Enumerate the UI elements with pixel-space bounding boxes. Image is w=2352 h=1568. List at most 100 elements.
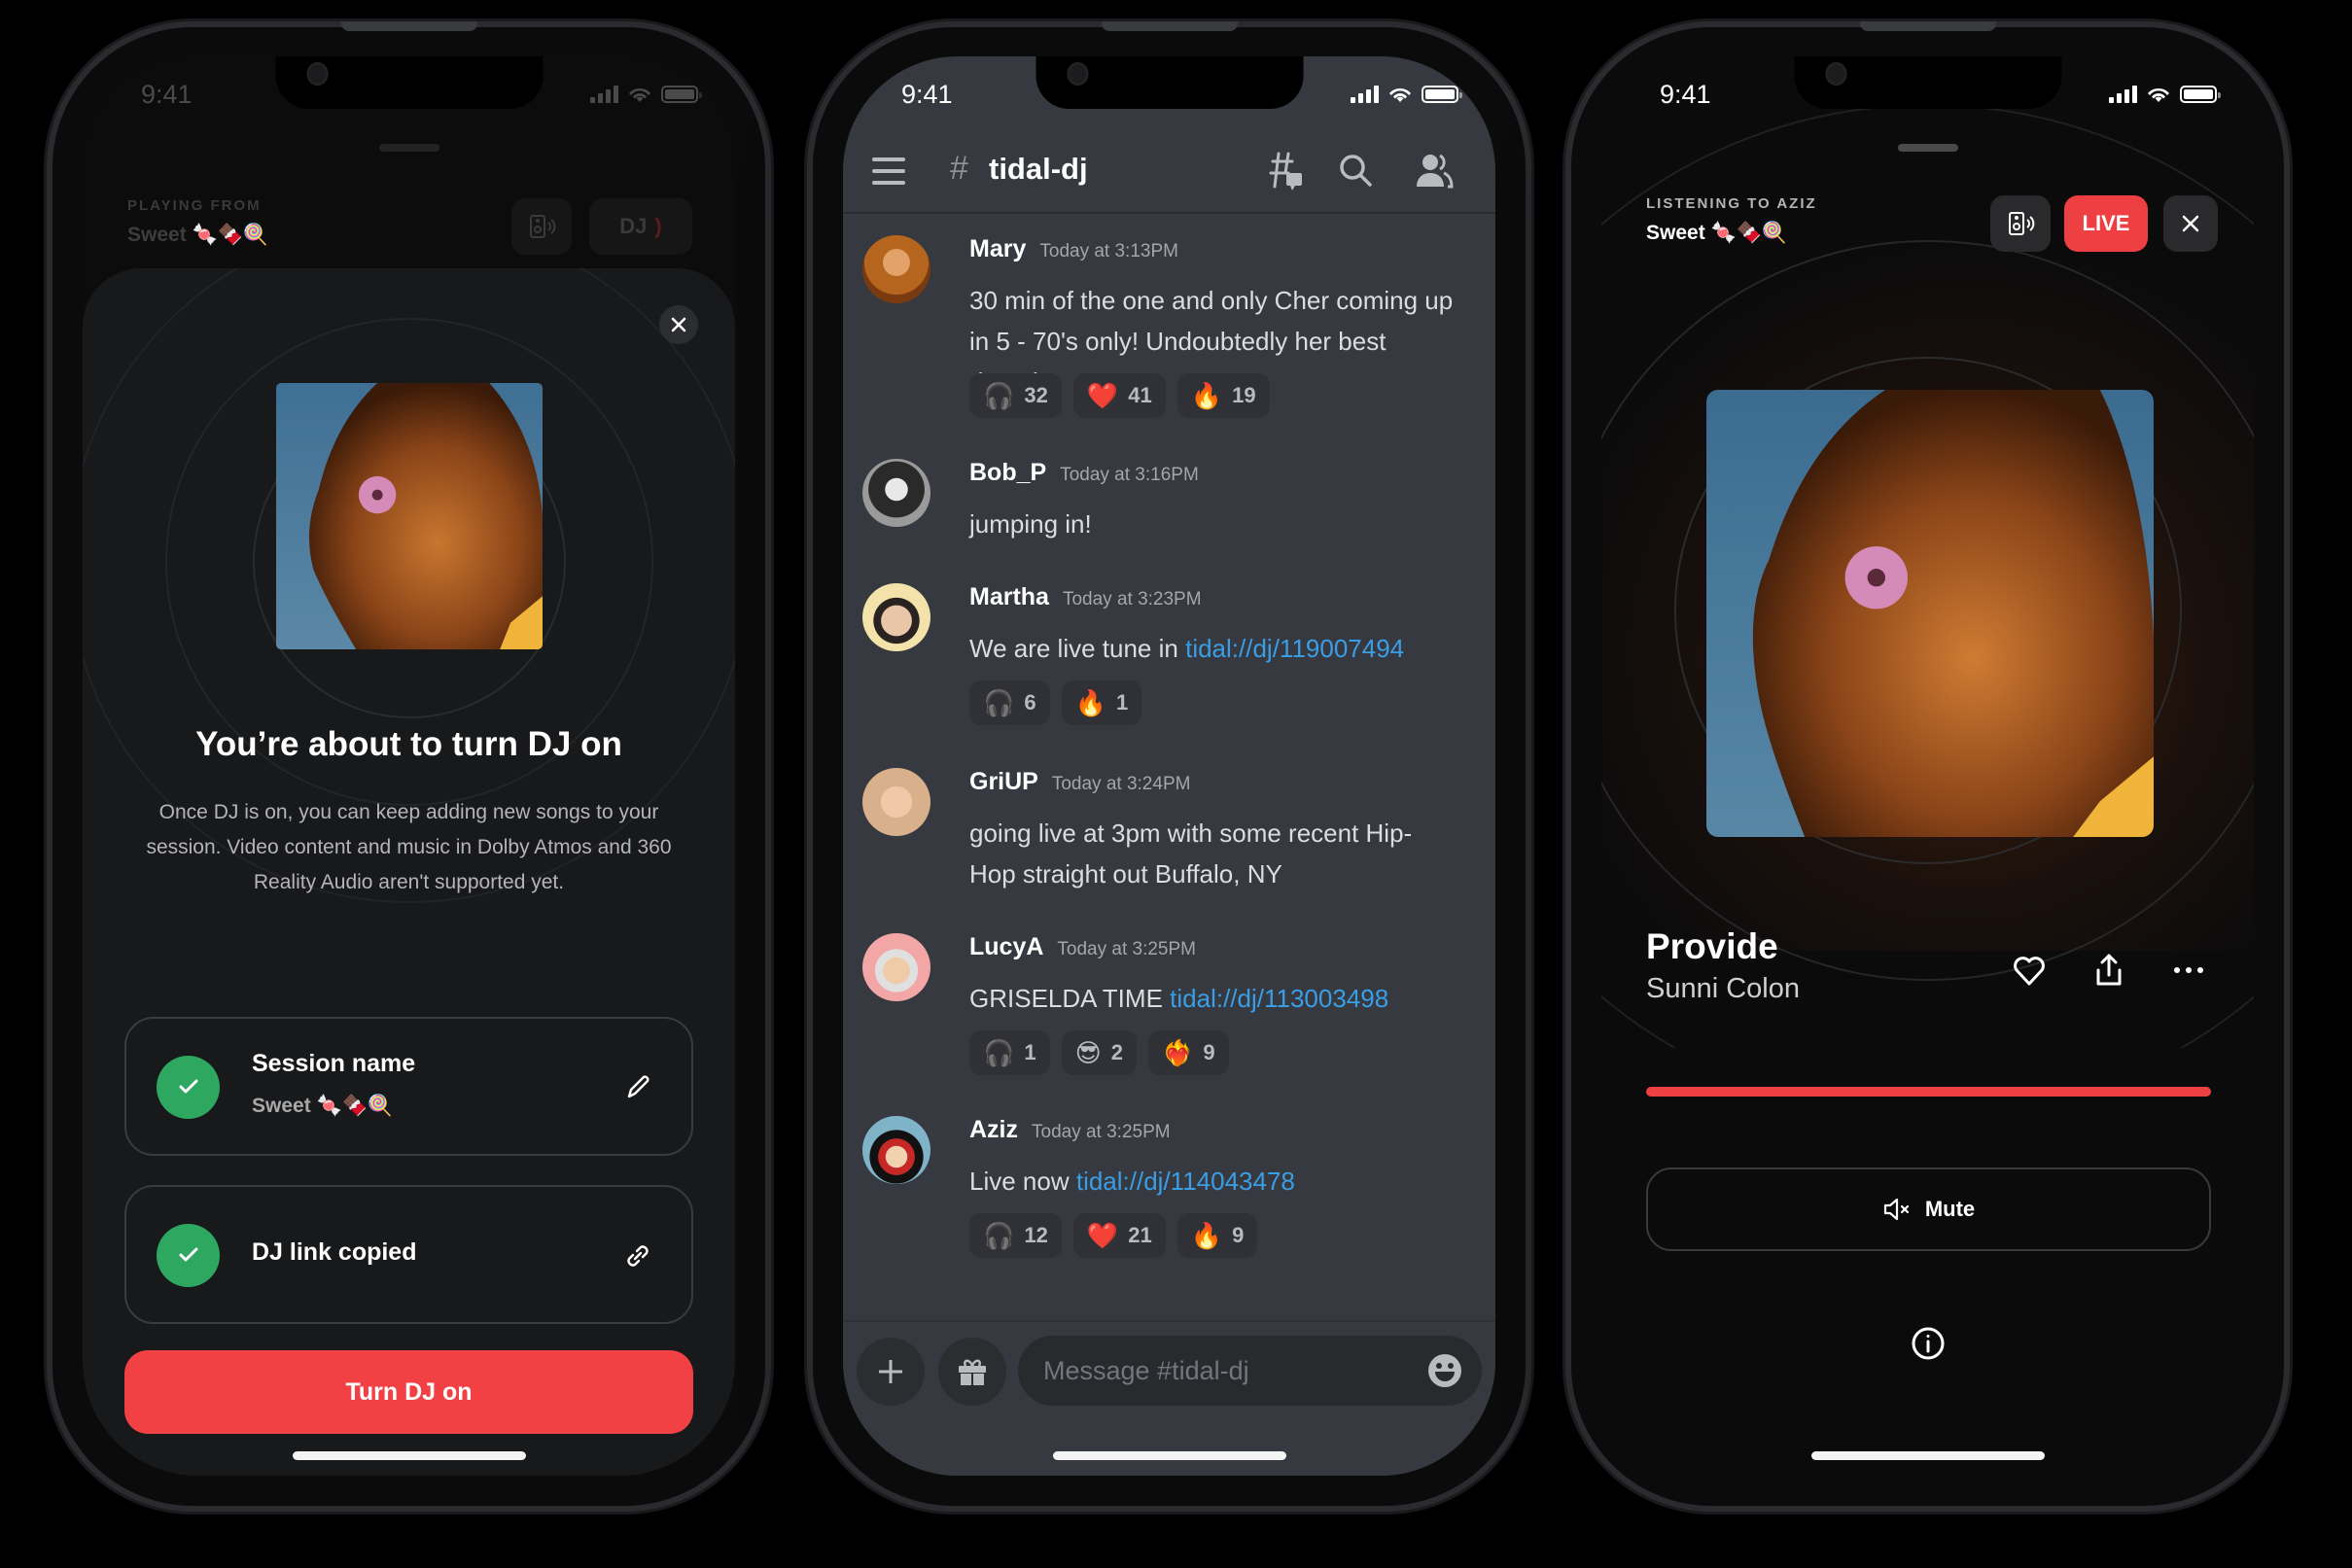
screen: 9:41 LISTENING TO AZIZ Sweet 🍬🍫🍭 LIVE Pr… — [1601, 56, 2254, 1476]
dj-link-card[interactable]: DJ link copied — [124, 1185, 693, 1324]
home-indicator — [1810, 1451, 2045, 1460]
add-attachment-button[interactable] — [857, 1338, 925, 1406]
speaker-grille — [1101, 21, 1238, 31]
share-icon[interactable] — [2089, 951, 2128, 990]
device-button[interactable] — [1990, 195, 2051, 252]
reaction-headphones[interactable]: 🎧 6 — [969, 680, 1050, 725]
battery-icon — [1422, 86, 1462, 103]
session-name-value: Sweet 🍬🍫🍭 — [252, 1095, 393, 1117]
turn-dj-on-button[interactable]: Turn DJ on — [124, 1350, 693, 1434]
message-author[interactable]: Mary Today at 3:13PM — [969, 235, 1178, 263]
live-badge[interactable]: LIVE — [2064, 195, 2148, 252]
reaction-heart-on-fire[interactable]: ❤️‍🔥 9 — [1147, 1030, 1229, 1075]
message: Mary Today at 3:13PM 30 min of the one an… — [862, 235, 1476, 430]
battery-icon — [661, 86, 702, 103]
mute-button[interactable]: Mute — [1646, 1167, 2211, 1251]
reaction-heart[interactable]: ❤️ 41 — [1072, 373, 1166, 418]
status-time: 9:41 — [901, 80, 953, 109]
info-icon[interactable] — [1911, 1326, 1946, 1361]
reaction-headphones[interactable]: 🎧 12 — [969, 1213, 1062, 1258]
headphones-icon: 🎧 — [983, 1038, 1015, 1067]
broadcast-icon: ) — [654, 214, 662, 238]
more-options-icon[interactable] — [2169, 951, 2208, 990]
modal-description: Once DJ is on, you can keep adding new s… — [146, 801, 672, 893]
message-author[interactable]: Bob_P Today at 3:16PM — [969, 459, 1199, 487]
wifi-icon — [629, 87, 650, 102]
reaction-fire[interactable]: 🔥 1 — [1061, 680, 1142, 725]
reaction-headphones[interactable]: 🎧 1 — [969, 1030, 1050, 1075]
close-button[interactable] — [2163, 195, 2218, 252]
track-title: Provide — [1646, 926, 1778, 966]
mute-label: Mute — [1924, 1197, 1976, 1221]
message-list[interactable]: Mary Today at 3:13PM 30 min of the one an… — [843, 214, 1495, 1320]
speaker-cast-icon — [530, 215, 556, 238]
speaker-grille — [340, 21, 477, 31]
menu-icon[interactable] — [872, 157, 905, 185]
wifi-icon — [1389, 87, 1411, 102]
message-author[interactable]: Martha Today at 3:23PM — [969, 583, 1202, 611]
message-author[interactable]: LucyA Today at 3:25PM — [969, 933, 1196, 961]
playing-from-label: PLAYING FROM — [127, 197, 262, 214]
reaction-heart[interactable]: ❤️ 21 — [1072, 1213, 1166, 1258]
wifi-icon — [2148, 87, 2169, 102]
message-author[interactable]: GriUP Today at 3:24PM — [969, 768, 1190, 796]
phone-now-playing: 9:41 LISTENING TO AZIZ Sweet 🍬🍫🍭 LIVE Pr… — [1565, 21, 2290, 1512]
dj-link[interactable]: tidal://dj/114043478 — [1076, 1167, 1295, 1196]
message-author[interactable]: Aziz Today at 3:25PM — [969, 1116, 1171, 1144]
reaction-sunglasses[interactable]: 😎 2 — [1061, 1030, 1137, 1075]
sunglasses-face-icon: 😎 — [1074, 1038, 1102, 1067]
reaction-fire[interactable]: 🔥 9 — [1176, 1213, 1258, 1258]
emoji-picker-icon[interactable] — [1427, 1353, 1462, 1388]
gift-button[interactable] — [938, 1338, 1006, 1406]
link-icon[interactable] — [621, 1239, 654, 1272]
avatar[interactable] — [862, 459, 930, 527]
threads-icon[interactable] — [1263, 150, 1306, 192]
reactions: 🎧 1 😎 2 ❤️‍🔥 9 — [969, 1030, 1229, 1075]
sheet-grabber[interactable] — [1897, 144, 1958, 152]
reaction-headphones[interactable]: 🎧 32 — [969, 373, 1062, 418]
gift-icon — [959, 1359, 986, 1385]
camera — [1067, 62, 1088, 86]
message-timestamp: Today at 3:25PM — [1057, 939, 1196, 959]
notch — [1036, 56, 1303, 109]
dj-button-label: DJ — [619, 214, 648, 238]
avatar[interactable] — [862, 933, 930, 1001]
album-art — [1706, 390, 2154, 837]
status-time: 9:41 — [1660, 80, 1711, 109]
dj-link[interactable]: tidal://dj/113003498 — [1170, 984, 1388, 1013]
reactions: 🎧 32 ❤️ 41 🔥 19 — [969, 373, 1270, 418]
reaction-fire[interactable]: 🔥 19 — [1176, 373, 1270, 418]
turn-dj-on-sheet: You’re about to turn DJ on Once DJ is on… — [83, 268, 735, 1476]
playback-progress-bar[interactable] — [1646, 1087, 2211, 1097]
avatar[interactable] — [862, 583, 930, 651]
message-timestamp: Today at 3:16PM — [1060, 465, 1199, 485]
artist-name[interactable]: Sunni Colon — [1646, 973, 1800, 1005]
screen: 9:41 PLAYING FROM Sweet 🍬🍫🍭 DJ ) You’re … — [83, 56, 735, 1476]
message-input[interactable]: Message #tidal-dj — [1018, 1336, 1482, 1406]
message-placeholder: Message #tidal-dj — [1043, 1355, 1249, 1385]
close-button[interactable] — [659, 305, 698, 344]
heart-icon[interactable] — [2010, 951, 2049, 990]
pencil-icon[interactable] — [621, 1071, 654, 1104]
dj-button[interactable]: DJ ) — [589, 198, 692, 255]
avatar[interactable] — [862, 1116, 930, 1184]
dj-link[interactable]: tidal://dj/119007494 — [1185, 634, 1404, 663]
device-button[interactable] — [511, 198, 572, 255]
playlist-name: Sweet 🍬🍫🍭 — [1646, 222, 1787, 244]
cellular-signal-icon — [590, 86, 618, 103]
avatar[interactable] — [862, 235, 930, 303]
progress-fill — [1646, 1087, 2211, 1097]
session-name-title: Session name — [252, 1050, 416, 1077]
message-text: going live at 3pm with some recent Hip-H… — [969, 819, 1413, 889]
message: LucyA Today at 3:25PM GRISELDA TIME tidal… — [862, 933, 1476, 1089]
members-icon[interactable] — [1413, 150, 1456, 192]
phone-dj-setup: 9:41 PLAYING FROM Sweet 🍬🍫🍭 DJ ) You’re … — [47, 21, 771, 1512]
search-icon[interactable] — [1335, 150, 1378, 192]
check-icon — [157, 1223, 220, 1287]
close-icon — [671, 317, 686, 332]
plus-icon — [879, 1360, 902, 1383]
message-timestamp: Today at 3:25PM — [1032, 1122, 1171, 1142]
session-name-card[interactable]: Session name Sweet 🍬🍫🍭 — [124, 1017, 693, 1156]
fire-icon: 🔥 — [1190, 381, 1223, 410]
avatar[interactable] — [862, 768, 930, 836]
